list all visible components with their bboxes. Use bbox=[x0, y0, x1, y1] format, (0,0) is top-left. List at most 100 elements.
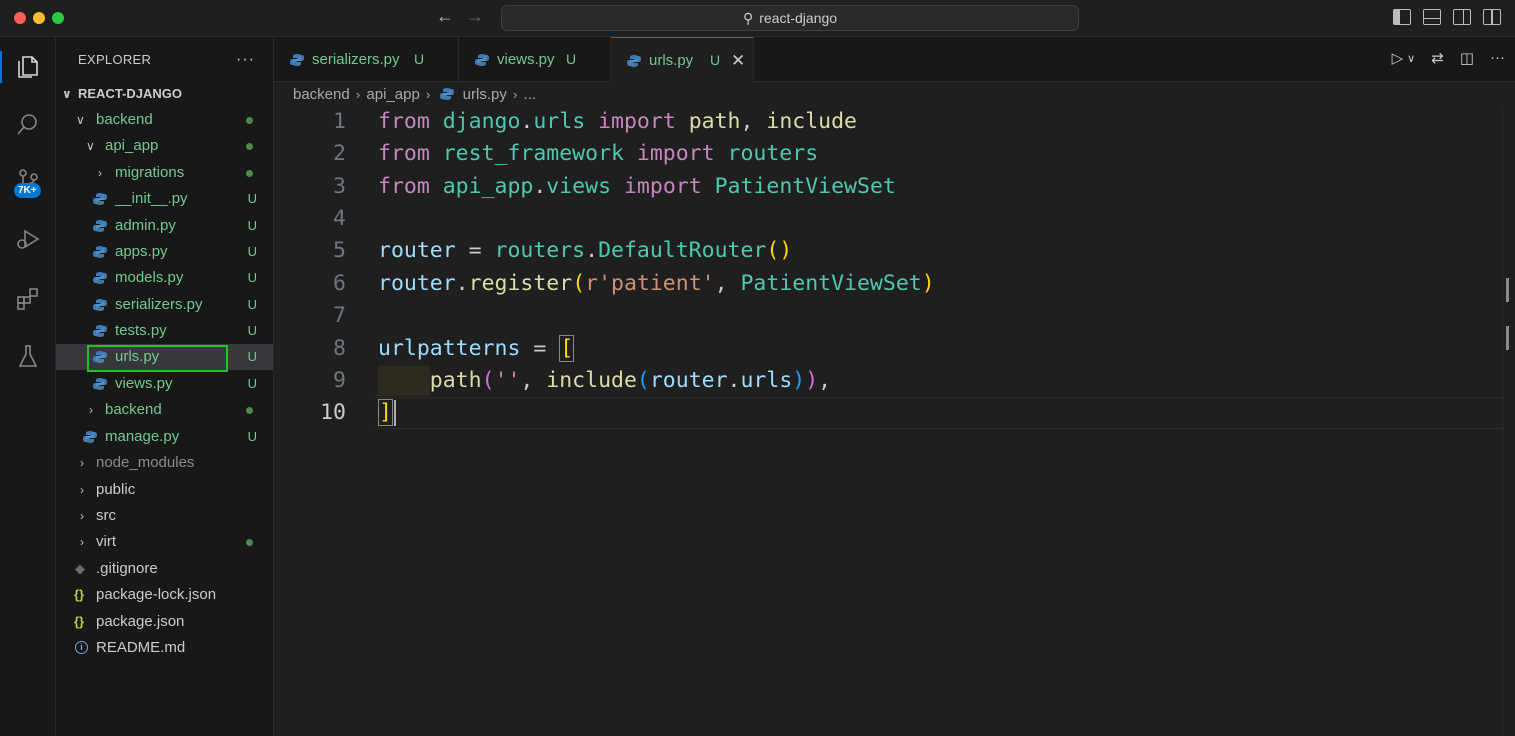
tree-item-admin-py[interactable]: admin.py U bbox=[56, 213, 273, 239]
toggle-secondary-sidebar-icon[interactable] bbox=[1453, 9, 1471, 25]
more-actions-icon[interactable]: ··· bbox=[1490, 49, 1505, 69]
tree-item-label: serializers.py bbox=[115, 296, 203, 313]
tree-item-src[interactable]: › src bbox=[56, 503, 273, 529]
json-file-icon: {} bbox=[74, 614, 85, 629]
tree-item-migrations[interactable]: › migrations bbox=[56, 160, 273, 186]
tree-item-label: public bbox=[96, 481, 136, 498]
untracked-badge: U bbox=[247, 429, 257, 444]
tree-item-gitignore[interactable]: ◆ .gitignore bbox=[56, 556, 273, 582]
toggle-panel-icon[interactable] bbox=[1423, 9, 1441, 25]
tree-item-apps-py[interactable]: apps.py U bbox=[56, 239, 273, 265]
code-line[interactable]: 6 router.register(r'patient', PatientView… bbox=[274, 268, 1504, 300]
extensions-icon[interactable] bbox=[0, 275, 56, 323]
open-changes-icon[interactable]: ⇄ bbox=[1431, 49, 1444, 69]
tab-views-py[interactable]: views.py U bbox=[459, 37, 611, 82]
code-line[interactable]: 8 urlpatterns = [ bbox=[274, 333, 1504, 365]
close-window-button[interactable] bbox=[14, 12, 26, 24]
code-line[interactable]: 3 from api_app.views import PatientViewSe… bbox=[274, 171, 1504, 203]
code-line[interactable]: 4 bbox=[274, 203, 1504, 235]
line-number: 1 bbox=[333, 109, 346, 134]
modified-dot-icon bbox=[246, 407, 253, 414]
explorer-header: EXPLORER ··· bbox=[56, 37, 273, 83]
tab-serializers-py[interactable]: serializers.py U bbox=[274, 37, 459, 82]
code-token: , bbox=[520, 368, 547, 393]
modified-dot-icon bbox=[246, 539, 253, 546]
python-file-icon bbox=[627, 55, 641, 67]
search-icon: ⚲ bbox=[742, 10, 754, 26]
code-token: r'patient' bbox=[585, 271, 715, 296]
tree-item-readme-md[interactable]: i README.md bbox=[56, 635, 273, 661]
breadcrumb-item[interactable]: urls.py bbox=[463, 84, 507, 106]
command-center-search[interactable]: ⚲ react-django bbox=[501, 5, 1079, 31]
code-text: from api_app.views import PatientViewSet bbox=[378, 171, 896, 203]
code-token: api_app bbox=[442, 174, 534, 199]
tab-urls-py[interactable]: urls.py U ✕ bbox=[611, 37, 754, 83]
forward-arrow-icon[interactable]: → bbox=[466, 6, 484, 27]
tree-item-tests-py[interactable]: tests.py U bbox=[56, 318, 273, 344]
explorer-icon[interactable] bbox=[0, 43, 56, 91]
testing-flask-icon[interactable] bbox=[0, 332, 56, 380]
code-editor[interactable]: 1 from django.urls import path, include 2 f… bbox=[274, 106, 1515, 736]
code-token: ( bbox=[636, 368, 650, 393]
code-token: import bbox=[598, 109, 676, 134]
untracked-badge: U bbox=[247, 218, 257, 233]
chevron-down-icon[interactable]: ∨ bbox=[1407, 49, 1415, 69]
code-line[interactable]: 1 from django.urls import path, include bbox=[274, 106, 1504, 138]
code-line[interactable]: 5 router = routers.DefaultRouter() bbox=[274, 235, 1504, 267]
tree-item-backend[interactable]: ∨ backend bbox=[56, 107, 273, 133]
chevron-right-icon: › bbox=[80, 483, 84, 497]
code-token: django bbox=[442, 109, 521, 134]
tree-item-virt[interactable]: › virt bbox=[56, 529, 273, 555]
tree-item-views-py[interactable]: views.py U bbox=[56, 371, 273, 397]
code-token: ) bbox=[792, 368, 806, 393]
code-text: from django.urls import path, include bbox=[378, 106, 857, 138]
zoom-window-button[interactable] bbox=[52, 12, 64, 24]
git-file-icon: ◆ bbox=[75, 561, 85, 576]
code-token: from bbox=[378, 141, 430, 166]
code-token: urlpatterns bbox=[378, 336, 521, 361]
tree-item-public[interactable]: › public bbox=[56, 477, 273, 503]
tree-item-urls-py[interactable]: urls.py U bbox=[56, 344, 273, 372]
breadcrumb-item[interactable]: api_app bbox=[366, 84, 419, 106]
tree-item-serializers-py[interactable]: serializers.py U bbox=[56, 292, 273, 318]
tree-item-api-app[interactable]: ∨ api_app bbox=[56, 133, 273, 159]
search-icon[interactable] bbox=[0, 101, 56, 149]
breadcrumb-item[interactable]: ... bbox=[524, 84, 537, 106]
tab-label: urls.py bbox=[649, 52, 694, 69]
tree-item-init-py[interactable]: __init__.py U bbox=[56, 186, 273, 212]
back-arrow-icon[interactable]: ← bbox=[436, 6, 454, 27]
tree-item-node-modules[interactable]: › node_modules bbox=[56, 450, 273, 476]
chevron-down-icon: ∨ bbox=[62, 87, 72, 101]
code-line[interactable]: 9 path('', include(router.urls)), bbox=[274, 365, 1504, 397]
code-token: = bbox=[455, 238, 495, 263]
more-actions-icon[interactable]: ··· bbox=[236, 37, 255, 83]
tree-item-manage-py[interactable]: manage.py U bbox=[56, 424, 273, 450]
code-line[interactable]: 7 bbox=[274, 300, 1504, 332]
tree-item-models-py[interactable]: models.py U bbox=[56, 265, 273, 291]
code-text: urlpatterns = [ bbox=[378, 333, 575, 365]
split-editor-icon[interactable]: ◫ bbox=[1460, 49, 1474, 69]
workspace-root[interactable]: ∨ REACT-DJANGO bbox=[56, 81, 273, 107]
code-token: register bbox=[468, 271, 573, 296]
code-line[interactable]: 2 from rest_framework import routers bbox=[274, 138, 1504, 170]
customize-layout-icon[interactable] bbox=[1483, 9, 1501, 25]
close-tab-icon[interactable]: ✕ bbox=[731, 38, 745, 83]
line-number: 5 bbox=[333, 238, 346, 263]
run-debug-icon[interactable] bbox=[0, 215, 56, 263]
tree-item-label: backend bbox=[96, 111, 153, 128]
minimize-window-button[interactable] bbox=[33, 12, 45, 24]
toggle-primary-sidebar-icon[interactable] bbox=[1393, 9, 1411, 25]
code-token: router bbox=[649, 368, 728, 393]
python-file-icon bbox=[290, 54, 304, 66]
run-python-file-icon[interactable]: ▷ bbox=[1392, 49, 1404, 69]
code-token: PatientViewSet bbox=[740, 271, 922, 296]
code-token: router bbox=[378, 271, 456, 296]
tree-item-package-lock-json[interactable]: {} package-lock.json bbox=[56, 582, 273, 608]
tree-item-backend-inner[interactable]: › backend bbox=[56, 397, 273, 423]
tree-item-package-json[interactable]: {} package.json bbox=[56, 609, 273, 635]
code-line[interactable]: 10] bbox=[274, 397, 1504, 429]
breadcrumb-item[interactable]: backend bbox=[293, 84, 350, 106]
